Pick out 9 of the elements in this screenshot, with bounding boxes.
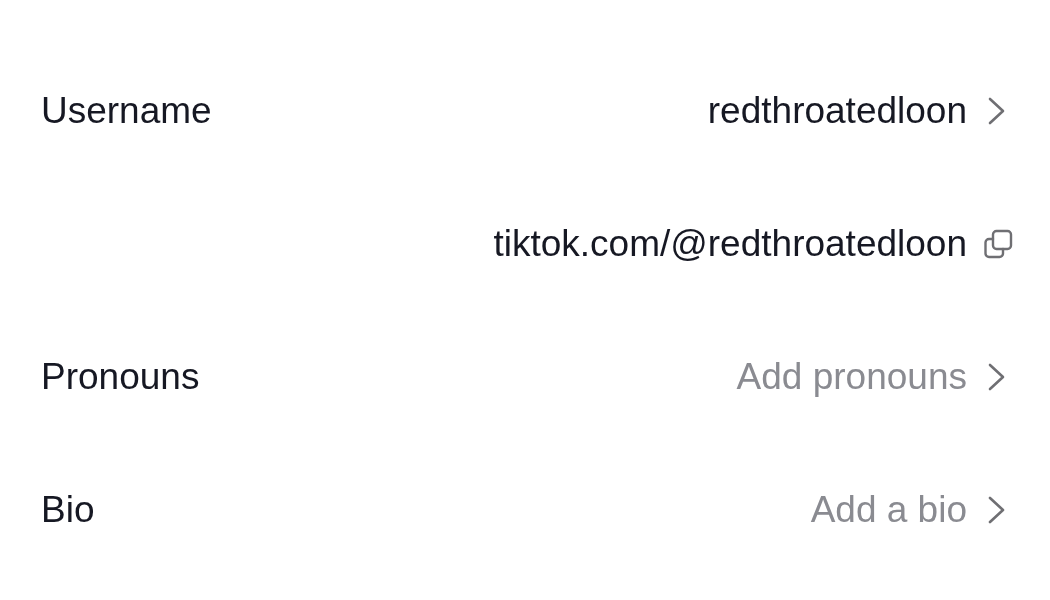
setting-label: Bio xyxy=(41,488,95,531)
chevron-right-icon[interactable] xyxy=(987,361,1006,392)
setting-value[interactable]: redthroatedloon xyxy=(707,89,967,132)
profile-link-text[interactable]: tiktok.com/@redthroatedloon xyxy=(493,222,967,265)
chevron-right-icon[interactable] xyxy=(987,95,1006,126)
setting-label: Pronouns xyxy=(41,355,200,398)
chevron-right-icon[interactable] xyxy=(987,494,1006,525)
setting-label: Username xyxy=(41,89,212,132)
copy-icon[interactable] xyxy=(983,228,1013,259)
